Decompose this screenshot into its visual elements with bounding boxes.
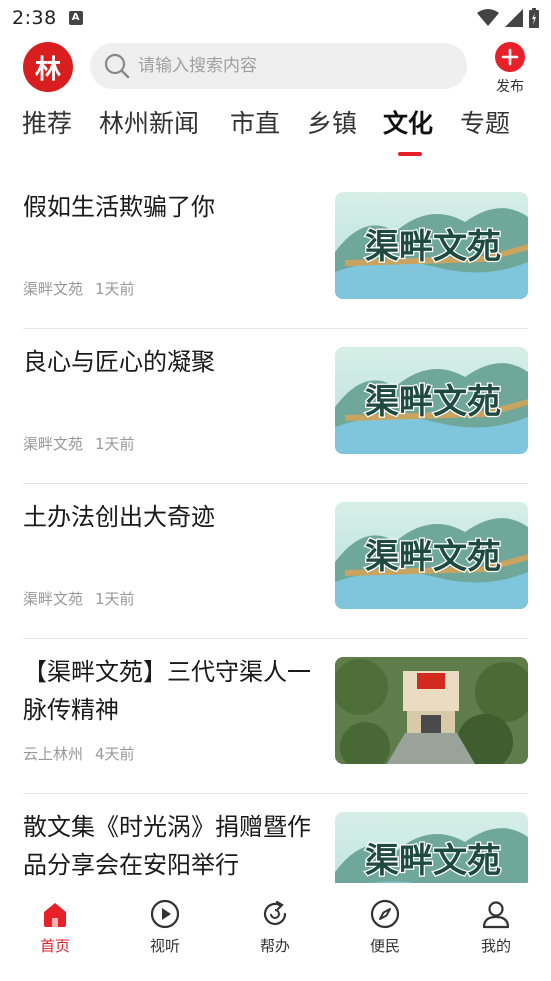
news-time: 1天前 <box>95 590 135 608</box>
news-title: 良心与匠心的凝聚 <box>23 348 215 376</box>
nav-media[interactable]: 视听 <box>125 899 205 956</box>
publish-button[interactable]: 发布 <box>492 42 528 96</box>
news-meta: 云上林州 4天前 <box>23 743 135 764</box>
thumb-banner-text: 渠畔文苑 <box>365 382 501 422</box>
news-item[interactable]: 土办法创出大奇迹 渠畔文苑 1天前 渠畔文苑 <box>23 484 528 639</box>
thumb-banner-text: 渠畔文苑 <box>365 537 501 577</box>
nav-service[interactable]: 帮办 <box>235 899 315 956</box>
app-logo[interactable]: 林 <box>23 42 73 92</box>
bottom-navigation: 首页 视听 帮办 便民 我的 <box>0 883 551 981</box>
user-icon <box>482 901 510 929</box>
news-photo-thumbnail <box>335 657 528 764</box>
tab-special[interactable]: 专题 <box>460 104 510 140</box>
news-title: 土办法创出大奇迹 <box>23 503 215 531</box>
thumb-banner-text: 渠畔文苑 <box>365 841 501 881</box>
nav-label: 视听 <box>149 937 180 955</box>
nav-convenience[interactable]: 便民 <box>345 899 425 956</box>
signal-icon <box>505 9 523 27</box>
nav-home[interactable]: 首页 <box>15 899 95 956</box>
news-item[interactable]: 良心与匠心的凝聚 渠畔文苑 1天前 渠畔文苑 <box>23 329 528 484</box>
tab-culture[interactable]: 文化 <box>383 104 433 140</box>
news-thumbnail: 渠畔文苑 <box>335 502 528 609</box>
notification-icon: A <box>68 11 83 25</box>
home-icon <box>44 903 66 927</box>
nav-label: 我的 <box>480 937 511 955</box>
news-item[interactable]: 【渠畔文苑】三代守渠人一脉传精神 云上林州 4天前 <box>23 639 528 794</box>
nav-label: 便民 <box>369 937 400 955</box>
news-meta: 渠畔文苑 1天前 <box>23 588 135 609</box>
nav-label: 首页 <box>39 937 70 955</box>
plus-icon <box>495 42 525 72</box>
news-time: 4天前 <box>95 745 135 763</box>
news-item[interactable]: 散文集《时光涡》捐赠暨作品分享会在安阳举行 渠畔文苑 <box>23 794 528 883</box>
category-tabs: 推荐 林州新闻 市直 乡镇 文化 专题 <box>0 104 551 160</box>
status-time: 2:38 <box>12 7 57 29</box>
status-icons <box>477 8 539 28</box>
publish-label: 发布 <box>496 79 524 95</box>
refresh-icon <box>263 900 287 926</box>
thumb-banner-text: 渠畔文苑 <box>365 227 501 267</box>
news-thumbnail: 渠畔文苑 <box>335 812 528 883</box>
news-time: 1天前 <box>95 280 135 298</box>
tab-recommend[interactable]: 推荐 <box>22 104 72 140</box>
active-tab-indicator <box>398 152 422 156</box>
nav-label: 帮办 <box>259 937 290 955</box>
tab-city[interactable]: 市直 <box>230 104 280 140</box>
news-meta: 渠畔文苑 1天前 <box>23 278 135 299</box>
battery-icon <box>529 8 539 28</box>
search-icon <box>104 53 130 79</box>
news-source: 渠畔文苑 <box>23 590 84 608</box>
news-source: 云上林州 <box>23 745 84 763</box>
search-input[interactable] <box>138 56 438 76</box>
news-time: 1天前 <box>95 435 135 453</box>
wifi-icon <box>477 9 499 26</box>
news-thumbnail: 渠畔文苑 <box>335 192 528 299</box>
news-source: 渠畔文苑 <box>23 435 84 453</box>
news-source: 渠畔文苑 <box>23 280 84 298</box>
news-title: 散文集《时光涡》捐赠暨作品分享会在安阳举行 <box>23 813 311 879</box>
compass-icon <box>370 899 400 929</box>
tab-town[interactable]: 乡镇 <box>307 104 357 140</box>
nav-mine[interactable]: 我的 <box>456 899 536 956</box>
news-title: 假如生活欺骗了你 <box>23 193 215 221</box>
news-meta: 渠畔文苑 1天前 <box>23 433 135 454</box>
status-bar: 2:38 A <box>0 0 551 36</box>
news-thumbnail: 渠畔文苑 <box>335 347 528 454</box>
news-title: 【渠畔文苑】三代守渠人一脉传精神 <box>23 658 311 724</box>
news-feed[interactable]: 假如生活欺骗了你 渠畔文苑 1天前 渠畔文苑 良心与匠心的凝聚 渠畔文苑 1天前 <box>0 174 551 883</box>
app-header: 林 发布 <box>0 38 551 96</box>
search-bar[interactable] <box>90 43 467 89</box>
play-icon <box>150 899 180 929</box>
news-item[interactable]: 假如生活欺骗了你 渠畔文苑 1天前 渠畔文苑 <box>23 174 528 329</box>
tab-linzhou-news[interactable]: 林州新闻 <box>99 104 199 140</box>
